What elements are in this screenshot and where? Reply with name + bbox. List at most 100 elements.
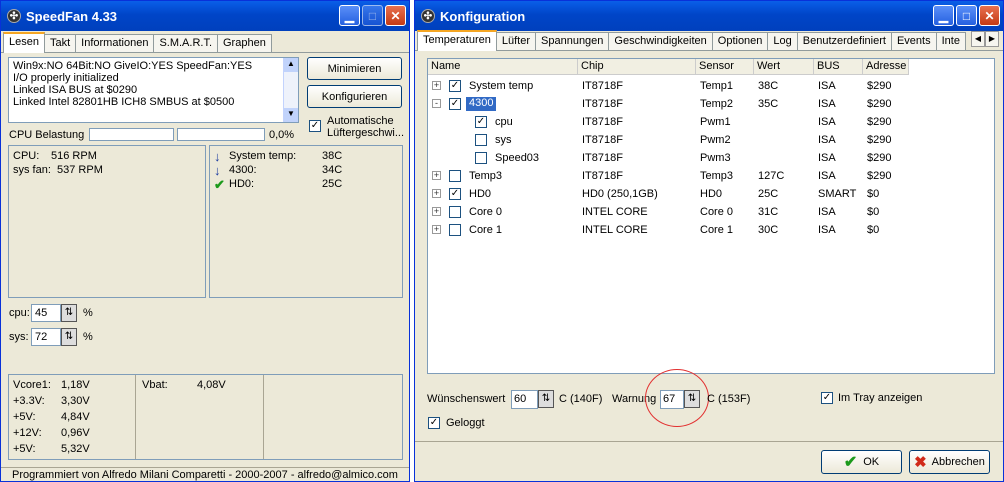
config-titlebar[interactable]: ✣ Konfiguration ▁ □ ✕ <box>415 1 1003 31</box>
speed-input[interactable]: 45 <box>31 304 61 322</box>
expand-icon[interactable]: + <box>432 207 441 216</box>
sensor-checkbox[interactable] <box>449 224 461 236</box>
cell-value: 38C <box>758 80 779 92</box>
cell-value: 31C <box>758 206 779 218</box>
desired-spin-icon[interactable]: ⇅ <box>538 390 554 408</box>
cell-sensor: Core 0 <box>700 206 734 218</box>
sensor-checkbox[interactable] <box>449 170 461 182</box>
cell-sensor: Temp1 <box>700 80 734 92</box>
cpu-load-label: CPU Belastung <box>9 129 85 141</box>
scroll-up-icon[interactable]: ▲ <box>284 58 298 72</box>
config-close-button[interactable]: ✕ <box>979 5 1000 26</box>
sensor-checkbox[interactable]: ✓ <box>449 80 461 92</box>
auto-fan-label-1: Automatische <box>327 115 394 127</box>
auto-fan-checkbox[interactable]: ✓ <box>309 120 321 132</box>
sensor-row[interactable]: + ✓ HD0 HD0 (250,1GB) HD0 25C SMART $0 <box>428 185 994 203</box>
config-window: ✣ Konfiguration ▁ □ ✕ Temperaturen Lüfter… <box>414 0 1004 482</box>
sensor-checkbox[interactable]: ✓ <box>449 98 461 110</box>
tab-0[interactable]: Lesen <box>3 32 45 53</box>
cancel-button[interactable]: ✖ Abbrechen <box>909 450 990 474</box>
tab-scroll-right-icon[interactable]: ▶ <box>985 31 999 47</box>
scroll-down-icon[interactable]: ▼ <box>284 108 298 122</box>
temp-value: 38C <box>322 150 343 162</box>
minimize-window-button[interactable]: ▁ <box>339 5 360 26</box>
sensor-list[interactable]: Name Chip Sensor Wert BUS Adresse + ✓ System te… <box>427 58 995 374</box>
column-header-4[interactable]: BUS <box>814 59 863 75</box>
log-box[interactable]: Win9x:NO 64Bit:NO GiveIO:YES SpeedFan:YE… <box>8 57 299 123</box>
config-tab-0[interactable]: Temperaturen <box>417 30 497 51</box>
arrow-down-icon: ↓ <box>214 149 221 164</box>
column-header-1[interactable]: Chip <box>578 59 696 75</box>
config-tab-7[interactable]: Events <box>890 32 937 50</box>
config-minimize-button[interactable]: ▁ <box>933 5 954 26</box>
expand-icon[interactable]: + <box>432 171 441 180</box>
sensor-row[interactable]: + Core 0 INTEL CORE Core 0 31C ISA $0 <box>428 203 994 221</box>
sensor-row[interactable]: sys IT8718F Pwm2 ISA $290 <box>428 131 994 149</box>
expand-icon[interactable]: + <box>432 225 441 234</box>
config-maximize-button[interactable]: □ <box>956 5 977 26</box>
arrow-down-icon: ↓ <box>214 163 221 178</box>
maximize-window-button[interactable]: □ <box>362 5 383 26</box>
voltage-name: +3.3V: <box>13 395 45 407</box>
warning-unit: C (153F) <box>707 393 751 405</box>
close-window-button[interactable]: ✕ <box>385 5 406 26</box>
speed-spin-icon[interactable]: ⇅ <box>61 328 77 346</box>
logged-checkbox[interactable]: ✓ <box>428 417 440 429</box>
voltage-value: 5,32V <box>61 443 90 455</box>
cell-value: 30C <box>758 224 779 236</box>
config-tab-3[interactable]: Geschwindigkeiten <box>608 32 713 50</box>
tab-1[interactable]: Takt <box>43 34 77 52</box>
sensor-row[interactable]: - ✓ 4300 IT8718F Temp2 35C ISA $290 <box>428 95 994 113</box>
sensor-checkbox[interactable] <box>475 152 487 164</box>
vbat-value: 4,08V <box>197 379 226 391</box>
sensor-row[interactable]: Speed03 IT8718F Pwm3 ISA $290 <box>428 149 994 167</box>
config-tab-5[interactable]: Log <box>767 32 798 50</box>
speed-input[interactable]: 72 <box>31 328 61 346</box>
config-tab-8[interactable]: Inte <box>935 32 966 50</box>
log-scrollbar[interactable]: ▲ ▼ <box>283 58 298 122</box>
config-tab-2[interactable]: Spannungen <box>535 32 610 50</box>
temp-name: HD0: <box>229 178 255 190</box>
sensor-row[interactable]: + Temp3 IT8718F Temp3 127C ISA $290 <box>428 167 994 185</box>
expand-icon[interactable]: + <box>432 81 441 90</box>
cancel-label: Abbrechen <box>931 456 985 468</box>
sensor-checkbox[interactable]: ✓ <box>449 188 461 200</box>
sensor-row[interactable]: + ✓ System temp IT8718F Temp1 38C ISA $290 <box>428 77 994 95</box>
cell-chip: IT8718F <box>582 116 623 128</box>
ok-button[interactable]: ✔ OK <box>821 450 902 474</box>
config-tab-4[interactable]: Optionen <box>711 32 769 50</box>
configure-button[interactable]: Konfigurieren <box>307 85 402 108</box>
speedfan-app-icon: ✣ <box>7 9 21 23</box>
sensor-checkbox[interactable]: ✓ <box>475 116 487 128</box>
cell-bus: ISA <box>818 80 836 92</box>
column-header-3[interactable]: Wert <box>754 59 814 75</box>
tray-checkbox[interactable]: ✓ <box>821 392 833 404</box>
expand-icon[interactable]: + <box>432 189 441 198</box>
cell-name: Core 1 <box>469 224 503 236</box>
column-header-2[interactable]: Sensor <box>696 59 754 75</box>
tab-scroll-left-icon[interactable]: ◀ <box>971 31 985 47</box>
collapse-icon[interactable]: - <box>432 99 441 108</box>
sensor-row[interactable]: ✓ cpu IT8718F Pwm1 ISA $290 <box>428 113 994 131</box>
sensor-row[interactable]: + Core 1 INTEL CORE Core 1 30C ISA $0 <box>428 221 994 239</box>
sensor-checkbox[interactable] <box>449 206 461 218</box>
sensor-checkbox[interactable] <box>475 134 487 146</box>
cell-sensor: Core 1 <box>700 224 734 236</box>
minimize-button[interactable]: Minimieren <box>307 57 402 80</box>
config-app-icon: ✣ <box>421 9 435 23</box>
speedfan-titlebar[interactable]: ✣ SpeedFan 4.33 ▁ □ ✕ <box>1 1 409 31</box>
auto-fan-label-2: Lüftergeschwi... <box>327 127 405 139</box>
column-header-0[interactable]: Name <box>428 59 578 75</box>
cell-sensor: Temp3 <box>700 170 734 182</box>
cell-name: sys <box>495 134 512 146</box>
check-icon: ✔ <box>214 177 225 192</box>
speed-spin-icon[interactable]: ⇅ <box>61 304 77 322</box>
desired-input[interactable]: 60 <box>511 390 538 409</box>
column-header-5[interactable]: Adresse <box>863 59 909 75</box>
tab-4[interactable]: Graphen <box>217 34 272 52</box>
tab-2[interactable]: Informationen <box>75 34 155 52</box>
config-tab-1[interactable]: Lüfter <box>495 32 537 50</box>
tab-3[interactable]: S.M.A.R.T. <box>153 34 218 52</box>
config-tab-6[interactable]: Benutzerdefiniert <box>796 32 892 50</box>
ok-check-icon: ✔ <box>843 454 858 471</box>
